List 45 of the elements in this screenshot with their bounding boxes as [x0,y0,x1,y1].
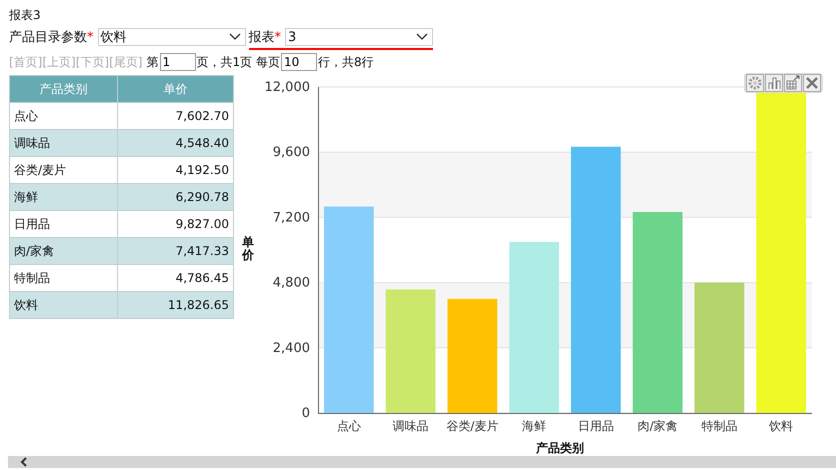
y-tick-label: 4,800 [272,276,310,291]
settings-icon[interactable] [746,74,764,92]
table-cell: 11,826.65 [118,292,234,318]
chevron-down-icon [228,33,240,41]
page-input[interactable]: 1 [160,53,196,71]
table-cell: 4,548.40 [118,130,234,156]
table-cell: 6,290.78 [118,184,234,210]
y-tick-label: 0 [302,406,310,421]
required-mark: * [87,30,94,44]
required-mark: * [274,30,281,44]
bar-chart-icon[interactable] [765,74,783,92]
x-tick-label: 海鲜 [522,419,546,433]
scrollbar[interactable] [8,456,836,468]
x-tick-label: 日用品 [578,419,614,433]
chevron-down-icon [416,33,428,41]
x-tick-label: 点心 [336,419,361,433]
table-cell: 海鲜 [10,184,118,210]
table-cell: 饮料 [10,292,118,318]
dropdown[interactable]: 饮料 [98,28,246,46]
page-size-input[interactable]: 10 [280,53,317,71]
x-tick-label: 特制品 [701,419,738,433]
table-cell: 调味品 [10,130,118,156]
x-tick-label: 调味品 [392,419,429,433]
x-tick-label: 谷类/麦片 [446,419,498,433]
param-label: 产品目录参数 [9,29,87,46]
y-tick-label: 2,400 [272,340,310,356]
y-tick-label: 9,600 [272,145,310,160]
param-label: 报表 [248,29,274,46]
close-icon[interactable] [803,74,821,92]
column-header: 产品类别 [10,76,118,102]
column-header: 单价 [118,76,234,102]
y-axis-label: 单价 [242,236,254,262]
table-cell: 肉/家禽 [10,238,118,264]
export-icon[interactable] [784,74,802,92]
y-tick-label: 7,200 [272,210,310,226]
table-cell: 7,417.33 [118,238,234,264]
pager-text: 第 [146,54,158,70]
y-tick-label: 12,000 [264,80,310,95]
report-title: 报表3 [9,7,42,24]
x-axis-label: 产品类别 [536,440,584,457]
x-tick-label: 饮料 [769,419,794,433]
pager-text: 页，共1页 每页 [196,54,280,70]
dropdown[interactable]: 3 [285,28,433,46]
pager-text: 行，共8行 [318,54,374,70]
x-tick-label: 肉/家禽 [638,419,678,433]
